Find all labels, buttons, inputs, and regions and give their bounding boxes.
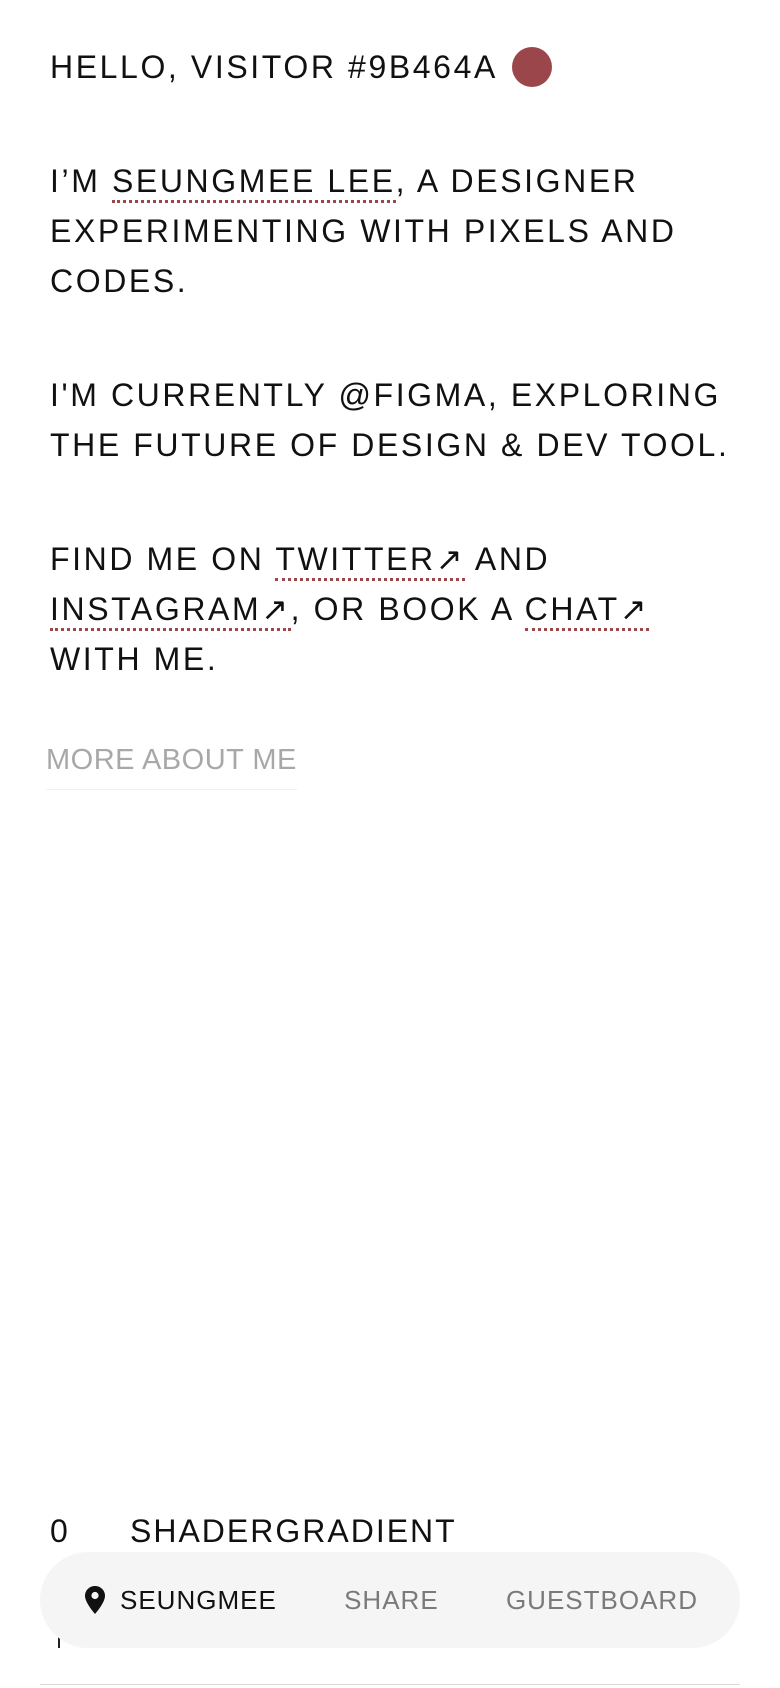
divider [40, 1684, 740, 1685]
contact-text-4: WITH ME. [50, 641, 219, 677]
visitor-color-dot [511, 47, 552, 87]
project-index: 0 [50, 1513, 70, 1549]
bio-prefix: I’M [50, 163, 112, 199]
contact-paragraph: FIND ME ON TWITTER↗ AND INSTAGRAM↗, OR B… [50, 534, 730, 684]
nav-label-share: SHARE [344, 1584, 439, 1615]
instagram-link[interactable]: INSTAGRAM↗ [50, 591, 291, 631]
more-about-me-link[interactable]: MORE ABOUT ME [46, 744, 297, 790]
location-pin-icon [85, 1586, 105, 1614]
bio-paragraph: I’M SEUNGMEE LEE, A DESIGNER EXPERIMENTI… [50, 156, 730, 306]
intro-text: HELLO, VISITOR #9B464A I’M SEUNGMEE LEE,… [50, 42, 730, 684]
nav-item-seungmee[interactable]: SEUNGMEE [82, 1585, 277, 1616]
bottom-nav: SEUNGMEE SHARE GUESTBOARD [40, 1552, 740, 1648]
twitter-link[interactable]: TWITTER↗ [275, 541, 466, 581]
greeting-text: HELLO, VISITOR #9B464A [50, 49, 498, 85]
project-row[interactable]: 0 SHADERGRADIENT [50, 1513, 740, 1550]
contact-text-2: AND [465, 541, 551, 577]
nav-label-seungmee: SEUNGMEE [120, 1584, 277, 1615]
current-paragraph: I'M CURRENTLY @FIGMA, EXPLORING THE FUTU… [50, 377, 730, 463]
greeting-line: HELLO, VISITOR #9B464A [50, 42, 730, 92]
project-name: SHADERGRADIENT [130, 1513, 457, 1549]
contact-text-1: FIND ME ON [50, 541, 276, 577]
chat-link[interactable]: CHAT↗ [524, 591, 650, 631]
nav-item-share[interactable]: SHARE [344, 1585, 439, 1616]
name-link[interactable]: SEUNGMEE LEE [111, 163, 396, 203]
nav-label-guestboard: GUESTBOARD [505, 1584, 698, 1615]
nav-item-guestboard[interactable]: GUESTBOARD [506, 1585, 698, 1616]
contact-text-3: , OR BOOK A [290, 591, 525, 627]
